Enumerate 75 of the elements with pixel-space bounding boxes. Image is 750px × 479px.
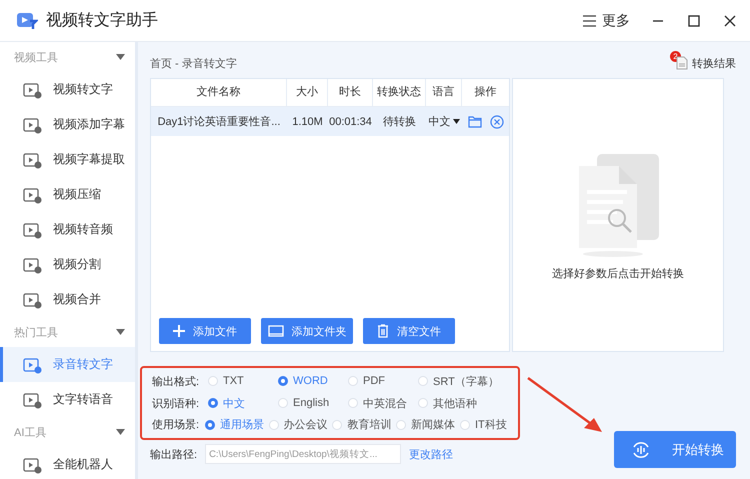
video-tool-icon xyxy=(23,150,43,168)
radio-option[interactable]: 办公会议 xyxy=(268,417,332,432)
video-tool-icon xyxy=(23,186,43,204)
radio-option[interactable]: SRT（字幕） xyxy=(418,374,507,389)
video-tool-icon xyxy=(23,390,43,408)
plus-icon xyxy=(173,325,185,337)
collapse-caret-icon[interactable] xyxy=(116,329,125,335)
action-button[interactable]: 清空文件 xyxy=(363,318,455,344)
sidebar-item[interactable]: 视频合并 xyxy=(0,282,135,317)
hint-text: 选择好参数后点击开始转换 xyxy=(552,266,684,280)
remove-icon[interactable] xyxy=(490,114,504,128)
radio-option[interactable]: 教育培训 xyxy=(332,417,396,432)
column-header: 操作 xyxy=(474,85,498,100)
caret-icon xyxy=(452,119,460,124)
video-tool-icon xyxy=(23,116,43,134)
video-tool-icon xyxy=(23,290,43,308)
duration-cell: 00:01:34 xyxy=(328,116,373,128)
sidebar-group-title: 视频工具 xyxy=(14,50,58,64)
collapse-caret-icon[interactable] xyxy=(116,54,125,60)
sidebar-item[interactable]: 视频添加字幕 xyxy=(0,107,135,142)
radio-option[interactable]: 通用场景 xyxy=(204,417,269,432)
video-tool-icon xyxy=(23,356,43,374)
video-tool-icon xyxy=(23,256,43,274)
radio-option[interactable]: 其他语种 xyxy=(418,396,488,410)
sidebar-item[interactable]: 视频转文字 xyxy=(0,72,135,107)
radio-option[interactable]: 中文 xyxy=(208,396,278,410)
video-tool-icon xyxy=(23,220,43,238)
radio-option[interactable]: IT科技 xyxy=(460,417,518,432)
radio-option[interactable]: 新闻媒体 xyxy=(396,417,460,432)
document-icon xyxy=(676,56,688,70)
sidebar-item[interactable]: 视频压缩 xyxy=(0,177,135,212)
radio-option[interactable]: English xyxy=(278,397,348,409)
change-path-link[interactable]: 更改路径 xyxy=(409,446,454,462)
sidebar-group-title: AI工具 xyxy=(14,426,46,440)
output-path-label: 输出路径: xyxy=(150,448,198,462)
maximize-icon[interactable] xyxy=(688,14,700,26)
folder-icon[interactable] xyxy=(468,116,482,128)
column-header: 大小 xyxy=(287,79,328,106)
column-header: 时长 xyxy=(328,79,373,106)
collapse-caret-icon[interactable] xyxy=(116,429,125,435)
radio-option[interactable]: 中英混合 xyxy=(348,396,418,410)
close-icon[interactable] xyxy=(724,14,736,26)
file-row[interactable]: Day1讨论英语重要性音... 1.10M 00:01:34 待转换 中文 xyxy=(151,107,509,136)
sidebar-group-title: 热门工具 xyxy=(14,326,58,340)
breadcrumb: 首页 - 录音转文字 xyxy=(150,56,237,70)
status-cell-text: 待转换 xyxy=(382,115,417,129)
folder-icon xyxy=(268,325,284,337)
menu-icon xyxy=(583,14,596,26)
app-logo-icon xyxy=(16,12,38,30)
start-conversion-button[interactable]: 开始转换 xyxy=(614,431,736,468)
sidebar-item[interactable]: 录音转文字 xyxy=(0,347,135,382)
video-tool-icon xyxy=(23,456,43,474)
sidebar-item[interactable]: 文字转语音 xyxy=(0,382,135,417)
option-label: 识别语种: xyxy=(152,396,200,410)
radio-option[interactable]: WORD xyxy=(278,375,348,388)
window-title: 视频转文字助手 xyxy=(46,10,158,31)
action-button[interactable]: 添加文件 xyxy=(159,318,251,344)
column-header: 文件名称 xyxy=(151,79,287,106)
sidebar-item[interactable]: 全能机器人 xyxy=(0,447,135,479)
more-menu-button[interactable]: 更多 xyxy=(583,12,630,30)
radio-option[interactable]: TXT xyxy=(208,375,278,388)
radio-option[interactable]: PDF xyxy=(348,375,418,388)
sidebar-item[interactable]: 视频字幕提取 xyxy=(0,142,135,177)
sidebar-item[interactable]: 视频转音频 xyxy=(0,212,135,247)
action-button[interactable]: 添加文件夹 xyxy=(261,318,353,344)
file-name-cell-text: Day1讨论英语重要性音... xyxy=(156,114,282,129)
size-cell-text: 1.10M xyxy=(291,116,324,128)
option-label: 输出格式: xyxy=(152,374,200,389)
column-header: 语言 xyxy=(426,79,462,106)
option-label: 使用场景: xyxy=(152,418,200,432)
sidebar-item[interactable]: 视频分割 xyxy=(0,247,135,282)
language-dropdown[interactable]: 中文 xyxy=(426,114,462,129)
trash-icon xyxy=(377,324,389,338)
video-tool-icon xyxy=(23,80,43,98)
column-header: 转换状态 xyxy=(373,79,426,106)
